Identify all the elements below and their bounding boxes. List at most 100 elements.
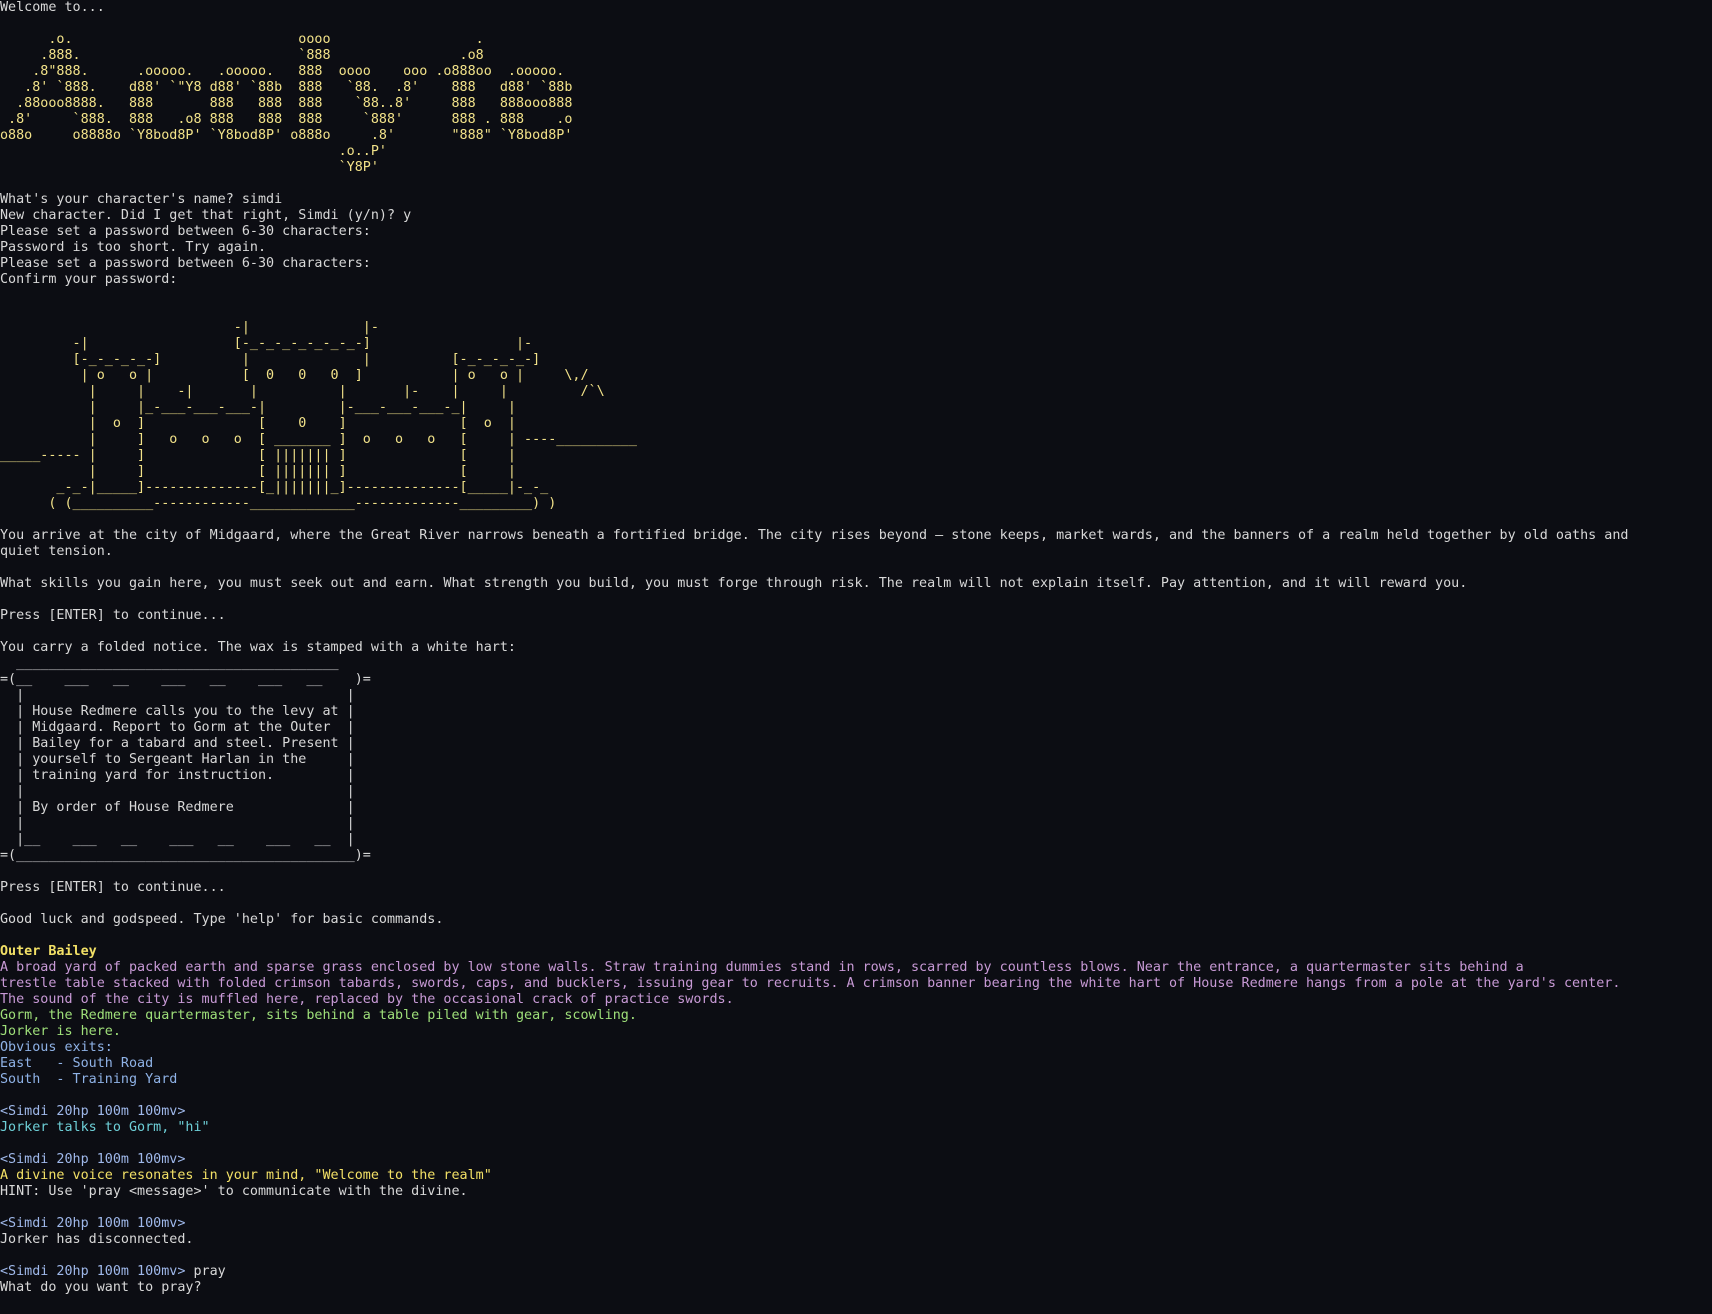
terminal-line: | yourself to Sergeant Harlan in the |	[0, 752, 1712, 768]
terminal-line: | ] o o o [ _______ ] o o o [ | ----____…	[0, 432, 1712, 448]
terminal-line: | ] [ ||||||| ] [ |	[0, 464, 1712, 480]
terminal-line: .88ooo8888. 888 888 888 888 `88..8' 888 …	[0, 96, 1712, 112]
terminal-line: South - Training Yard	[0, 1072, 1712, 1088]
terminal-line: Jorker talks to Gorm, "hi"	[0, 1120, 1712, 1136]
terminal-line-text: | |	[0, 784, 355, 799]
terminal-line-text: Please set a password between 6-30 chara…	[0, 224, 371, 239]
terminal-line: | | -| | | |- | | /`\	[0, 384, 1712, 400]
terminal-line-text: A divine voice resonates in your mind, "…	[0, 1168, 492, 1183]
terminal-line: .8"888. .ooooo. .ooooo. 888 oooo ooo .o8…	[0, 64, 1712, 80]
terminal-line-text: .888. `888 .o8	[0, 48, 484, 63]
terminal-line-text: | |	[0, 688, 355, 703]
terminal-line: .888. `888 .o8	[0, 48, 1712, 64]
terminal-line: quiet tension.	[0, 544, 1712, 560]
room-title: Outer Bailey	[0, 944, 1712, 960]
terminal-line-text: Press [ENTER] to continue...	[0, 608, 226, 623]
terminal-line-text: | By order of House Redmere |	[0, 800, 355, 815]
terminal-line-text: | ] [ ||||||| ] [ |	[0, 464, 516, 479]
terminal-line: Confirm your password:	[0, 272, 1712, 288]
terminal-line: ________________________________________	[0, 656, 1712, 672]
prompt-line: <Simdi 20hp 100m 100mv>	[0, 1216, 1712, 1232]
terminal-line-text: _-_-|_____]--------------[_|||||||_]----…	[0, 480, 549, 495]
terminal-line: Gorm, the Redmere quartermaster, sits be…	[0, 1008, 1712, 1024]
terminal-line-text: Good luck and godspeed. Type 'help' for …	[0, 912, 444, 927]
terminal-line: .o..P'	[0, 144, 1712, 160]
terminal-line: What skills you gain here, you must seek…	[0, 576, 1712, 592]
terminal-line-text: What do you want to pray?	[0, 1280, 202, 1295]
terminal-line: What do you want to pray?	[0, 1280, 1712, 1296]
terminal-line: .o. oooo .	[0, 32, 1712, 48]
terminal-line-text: ________________________________________	[0, 656, 339, 671]
terminal-line-text: |__ ___ __ ___ __ ___ __ |	[0, 832, 355, 847]
terminal-line: trestle table stacked with folded crimso…	[0, 976, 1712, 992]
terminal-line-text: Jorker has disconnected.	[0, 1232, 194, 1247]
terminal-line-text: A broad yard of packed earth and sparse …	[0, 960, 1524, 975]
terminal-line: Please set a password between 6-30 chara…	[0, 224, 1712, 240]
terminal-line-text: Confirm your password:	[0, 272, 178, 287]
terminal-line-text: You carry a folded notice. The wax is st…	[0, 640, 516, 655]
terminal-line: Obvious exits:	[0, 1040, 1712, 1056]
terminal-line-text: .o. oooo .	[0, 32, 484, 47]
terminal-output[interactable]: Welcome to... .o. oooo . .888. `888 .o8 …	[0, 0, 1712, 1314]
terminal-line-text: <Simdi 20hp 100m 100mv>	[0, 1264, 186, 1279]
terminal-line-text: .8' `888. 888 .o8 888 888 888 `888' 888 …	[0, 112, 573, 127]
terminal-line-text: | |	[0, 816, 355, 831]
terminal-line-text: New character. Did I get that right, Sim…	[0, 208, 412, 223]
terminal-line-text: <Simdi 20hp 100m 100mv>	[0, 1152, 186, 1167]
terminal-line: New character. Did I get that right, Sim…	[0, 208, 1712, 224]
terminal-line-text: Press [ENTER] to continue...	[0, 880, 226, 895]
terminal-line: What's your character's name? simdi	[0, 192, 1712, 208]
terminal-line-text: [-_-_-_-_-] | | [-_-_-_-_-]	[0, 352, 541, 367]
terminal-line-text: .8"888. .ooooo. .ooooo. 888 oooo ooo .o8…	[0, 64, 565, 79]
terminal-line-text: Jorker is here.	[0, 1024, 121, 1039]
terminal-line-text: trestle table stacked with folded crimso…	[0, 976, 1621, 991]
terminal-line: | Midgaard. Report to Gorm at the Outer …	[0, 720, 1712, 736]
terminal-line: A divine voice resonates in your mind, "…	[0, 1168, 1712, 1184]
terminal-line: Welcome to...	[0, 0, 1712, 16]
terminal-line: -| |-	[0, 320, 1712, 336]
terminal-line-text: quiet tension.	[0, 544, 113, 559]
terminal-line-text: Please set a password between 6-30 chara…	[0, 256, 371, 271]
terminal-line-text: | o ] [ 0 ] [ o |	[0, 416, 516, 431]
terminal-line: o88o o8888o `Y8bod8P' `Y8bod8P' o888o .8…	[0, 128, 1712, 144]
terminal-line-text: | Bailey for a tabard and steel. Present…	[0, 736, 355, 751]
terminal-line: Press [ENTER] to continue...	[0, 608, 1712, 624]
terminal-line-text: Gorm, the Redmere quartermaster, sits be…	[0, 1008, 637, 1023]
terminal-line: .8' `888. 888 .o8 888 888 888 `888' 888 …	[0, 112, 1712, 128]
terminal-line: You carry a folded notice. The wax is st…	[0, 640, 1712, 656]
prompt-line: <Simdi 20hp 100m 100mv> pray	[0, 1264, 1712, 1280]
terminal-line: _-_-|_____]--------------[_|||||||_]----…	[0, 480, 1712, 496]
terminal-line: [-_-_-_-_-] | | [-_-_-_-_-]	[0, 352, 1712, 368]
terminal-line: ( (__________------------_____________--…	[0, 496, 1712, 512]
terminal-line: | training yard for instruction. |	[0, 768, 1712, 784]
terminal-line-text: | House Redmere calls you to the levy at…	[0, 704, 355, 719]
terminal-line: Jorker has disconnected.	[0, 1232, 1712, 1248]
terminal-line-text: You arrive at the city of Midgaard, wher…	[0, 528, 1629, 543]
terminal-line: You arrive at the city of Midgaard, wher…	[0, 528, 1712, 544]
terminal-line-text: | |_-___-___-___-| |-___-___-___-_| |	[0, 400, 516, 415]
terminal-line: | o o | [ 0 0 0 ] | o o | \,/	[0, 368, 1712, 384]
terminal-line-text: The sound of the city is muffled here, r…	[0, 992, 734, 1007]
terminal-line: | |	[0, 688, 1712, 704]
terminal-line-text: <Simdi 20hp 100m 100mv>	[0, 1216, 186, 1231]
terminal-line: Please set a password between 6-30 chara…	[0, 256, 1712, 272]
terminal-line: | o ] [ 0 ] [ o |	[0, 416, 1712, 432]
terminal-line: | |	[0, 816, 1712, 832]
terminal-line: Password is too short. Try again.	[0, 240, 1712, 256]
terminal-line-text: =(__ ___ __ ___ __ ___ __ )=	[0, 672, 371, 687]
terminal-line-text: South - Training Yard	[0, 1072, 178, 1087]
terminal-line: .8' `888. d88' `"Y8 d88' `88b 888 `88. .…	[0, 80, 1712, 96]
terminal-line: | House Redmere calls you to the levy at…	[0, 704, 1712, 720]
terminal-line-text: Obvious exits:	[0, 1040, 113, 1055]
